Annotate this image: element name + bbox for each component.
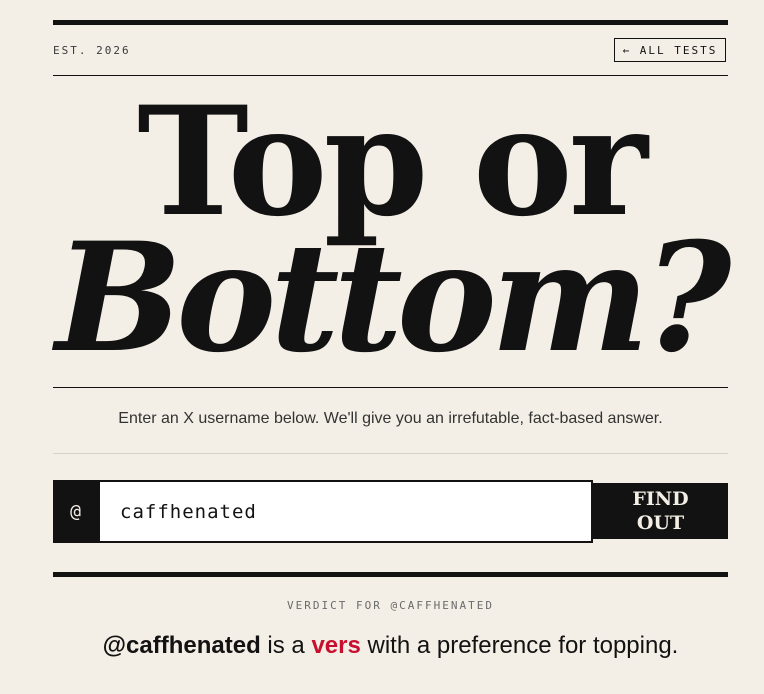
verdict-connector: is a	[267, 632, 305, 659]
verdict-rest: with a preference for topping.	[367, 632, 679, 659]
verdict-sentence: @caffhenated is a vers with a preference…	[53, 632, 728, 660]
at-prefix: @	[53, 480, 98, 543]
verdict-handle: @caffhenated	[102, 632, 261, 659]
established-label: EST. 2026	[53, 44, 131, 57]
top-rule	[53, 20, 728, 25]
verdict-divider	[53, 572, 728, 577]
username-form: @ FIND OUT	[53, 480, 728, 543]
instructions-text: Enter an X username below. We'll give yo…	[118, 410, 663, 427]
verdict-type: vers	[311, 632, 361, 659]
all-tests-button[interactable]: ← ALL TESTS	[614, 38, 726, 62]
instructions-divider	[53, 453, 728, 454]
title-line-bottom: Bottom?	[55, 210, 731, 386]
verdict-label: VERDICT FOR @CAFFHENATED	[287, 599, 494, 612]
find-out-button[interactable]: FIND OUT	[593, 483, 728, 539]
username-input[interactable]	[98, 480, 593, 543]
title-divider	[53, 387, 728, 388]
